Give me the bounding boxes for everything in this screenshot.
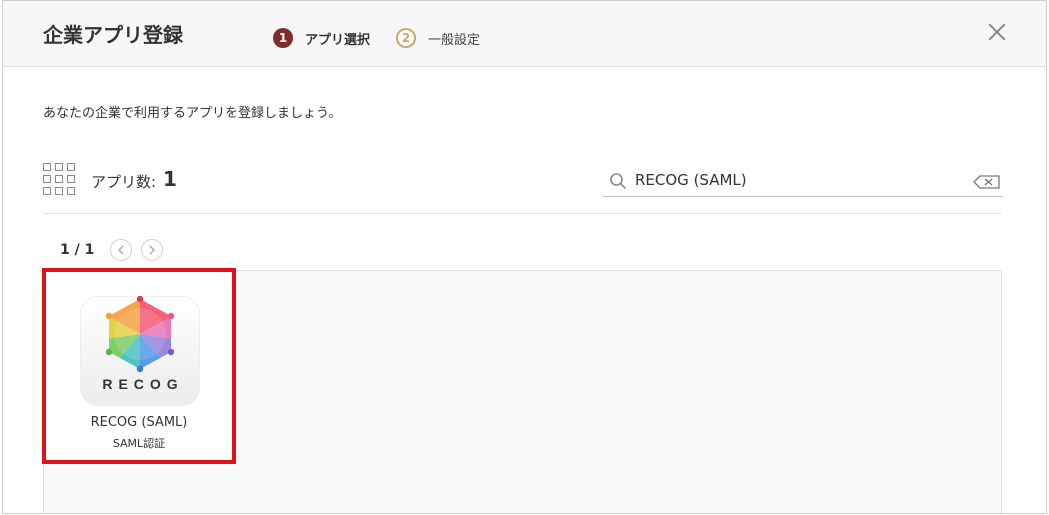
app-name: RECOG (SAML) xyxy=(90,415,188,430)
chevron-right-icon[interactable] xyxy=(141,239,164,261)
toolbar-divider xyxy=(43,213,1002,214)
app-auth-type: SAML認証 xyxy=(112,437,166,450)
grid-view-icon[interactable] xyxy=(43,163,77,197)
clear-input-icon[interactable] xyxy=(973,174,1001,193)
app-count-value: 1 xyxy=(163,167,177,191)
search-box xyxy=(603,165,1003,197)
dialog-title: 企業アプリ登録 xyxy=(43,23,183,47)
search-icon xyxy=(609,172,627,194)
step-number-2: 2 xyxy=(396,28,416,48)
dialog-header: 企業アプリ登録 1 アプリ選択 2 一般設定 xyxy=(3,1,1046,67)
recog-logo: RECOG xyxy=(80,296,200,406)
step-label-app-selection: アプリ選択 xyxy=(305,32,371,48)
search-input[interactable] xyxy=(635,167,955,193)
page-indicator: 1 / 1 xyxy=(60,242,95,258)
step-general-settings: 2 一般設定 xyxy=(396,28,480,48)
close-icon[interactable] xyxy=(986,21,1008,43)
app-card-recog-saml[interactable]: RECOG RECOG (SAML) SAML認証 xyxy=(42,268,236,464)
recog-logo-text: RECOG xyxy=(102,376,184,392)
pagination: 1 / 1 xyxy=(60,239,172,261)
chevron-left-icon[interactable] xyxy=(110,239,133,261)
step-app-selection: 1 アプリ選択 xyxy=(273,28,370,48)
dialog-description: あなたの企業で利用するアプリを登録しましょう。 xyxy=(43,106,342,121)
step-number-1: 1 xyxy=(273,28,293,48)
step-label-general-settings: 一般設定 xyxy=(428,32,481,48)
app-count-label: アプリ数: xyxy=(91,173,157,191)
